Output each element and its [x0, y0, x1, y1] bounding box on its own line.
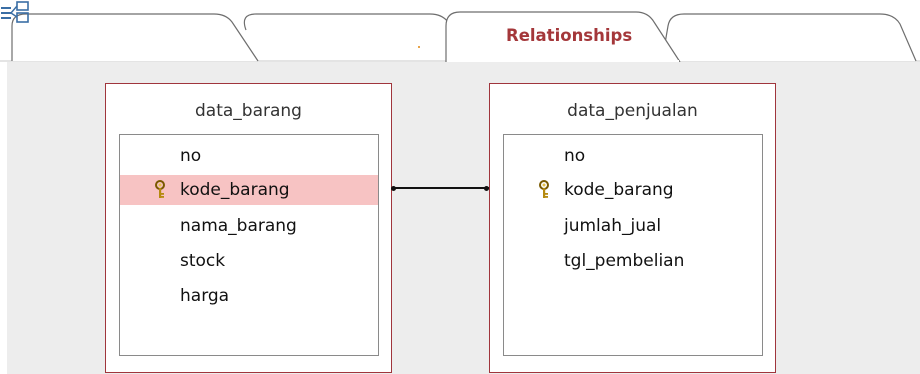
field-name: stock — [180, 251, 226, 271]
field-row-no[interactable]: no — [120, 141, 378, 171]
field-row-jumlah-jual[interactable]: jumlah_jual — [504, 211, 762, 241]
field-name: kode_barang — [564, 180, 674, 200]
field-row-kode-barang[interactable]: kode_barang — [504, 175, 762, 205]
field-list[interactable]: no kode_barang jumlah_jual tgl_pembelian — [503, 134, 763, 356]
tab-inactive-2[interactable] — [250, 16, 440, 60]
field-row-no[interactable]: no — [504, 141, 762, 171]
table-data-penjualan[interactable]: data_penjualan no kode_barang jumlah_jua… — [489, 83, 776, 373]
field-name: kode_barang — [180, 180, 290, 200]
field-name: harga — [180, 286, 230, 306]
relationships-icon — [1, 1, 29, 23]
field-list[interactable]: no kode_barang nama_barang stock harga — [119, 134, 379, 356]
field-name: jumlah_jual — [564, 216, 662, 236]
table-title: data_barang — [195, 101, 302, 121]
field-name: tgl_pembelian — [564, 251, 685, 271]
document-tab-strip: Relationships — [0, 0, 920, 62]
field-row-kode-barang[interactable]: kode_barang — [120, 175, 378, 205]
table-title: data_penjualan — [567, 101, 698, 121]
primary-key-icon — [155, 180, 165, 198]
primary-key-icon — [539, 180, 549, 198]
field-name: no — [180, 146, 202, 166]
table-data-barang[interactable]: data_barang no kode_barang nama_barang s… — [105, 83, 392, 373]
tab-relationships-label: Relationships — [506, 26, 633, 45]
field-row-harga[interactable]: harga — [120, 281, 378, 311]
relationship-line[interactable] — [393, 187, 489, 189]
tab-inactive-4[interactable] — [670, 16, 910, 60]
tab-inactive-1[interactable] — [14, 16, 244, 60]
field-row-stock[interactable]: stock — [120, 246, 378, 276]
relationship-endpoint-left — [391, 185, 396, 191]
field-row-tgl-pembelian[interactable]: tgl_pembelian — [504, 246, 762, 276]
field-row-nama-barang[interactable]: nama_barang — [120, 211, 378, 241]
field-name: nama_barang — [180, 216, 297, 236]
field-name: no — [564, 146, 586, 166]
